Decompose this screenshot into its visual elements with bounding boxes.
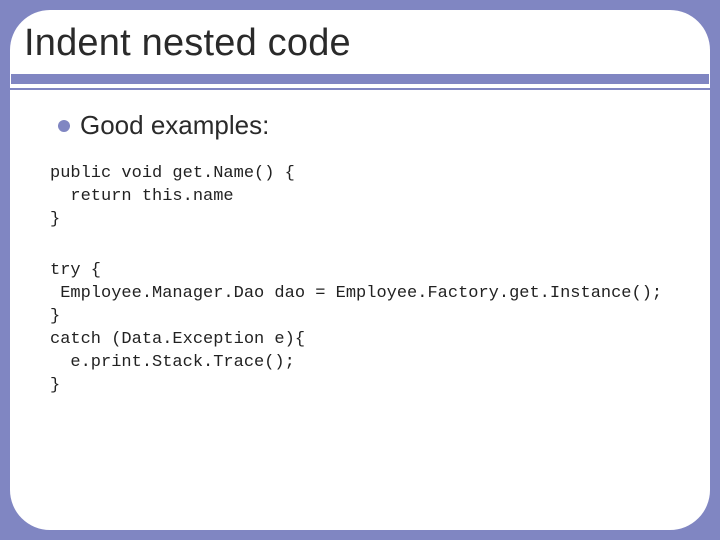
content-area: Good examples: public void get.Name() { … bbox=[58, 110, 670, 425]
bullet-line: Good examples: bbox=[58, 110, 670, 141]
slide: Indent nested code Good examples: public… bbox=[0, 0, 720, 540]
slide-title: Indent nested code bbox=[24, 22, 351, 65]
slide-card: Indent nested code Good examples: public… bbox=[10, 10, 710, 530]
bullet-text: Good examples: bbox=[80, 110, 269, 141]
code-example-2: try { Employee.Manager.Dao dao = Employe… bbox=[50, 260, 670, 398]
code-example-1: public void get.Name() { return this.nam… bbox=[50, 163, 670, 232]
title-underline bbox=[10, 74, 710, 90]
underline-thin bbox=[10, 88, 710, 90]
bullet-icon bbox=[58, 120, 70, 132]
underline-thick bbox=[11, 74, 709, 84]
